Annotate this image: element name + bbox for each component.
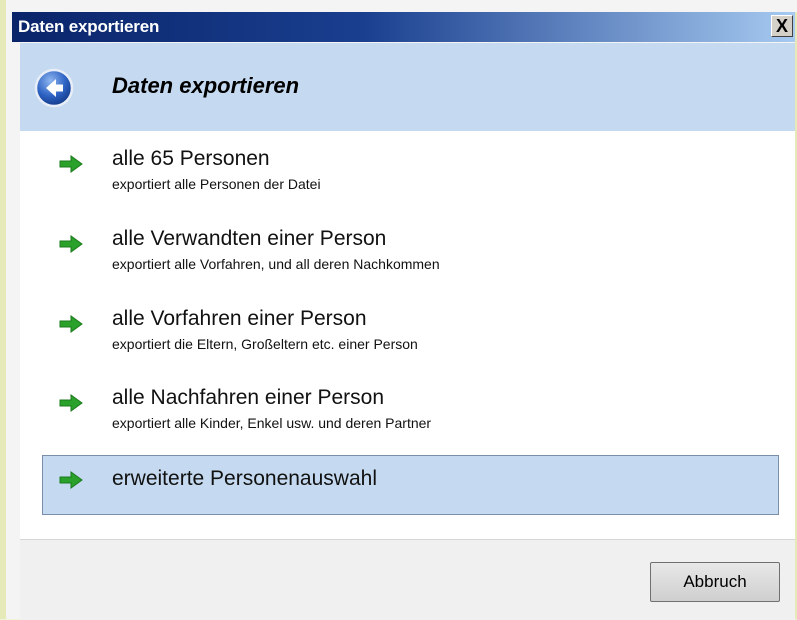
green-arrow-icon	[59, 394, 83, 412]
dialog-header: Daten exportieren	[20, 43, 795, 131]
option-label: alle Nachfahren einer Person	[112, 386, 384, 409]
green-arrow-icon	[59, 235, 83, 253]
dialog-footer: Abbruch	[20, 539, 795, 620]
cancel-button[interactable]: Abbruch	[650, 562, 780, 602]
option-extended-selection[interactable]: erweiterte Personenauswahl	[42, 455, 779, 515]
option-description: exportiert alle Personen der Datei	[112, 176, 321, 192]
back-arrow-icon[interactable]	[34, 68, 74, 108]
green-arrow-icon	[59, 155, 83, 173]
options-panel: alle 65 Personen exportiert alle Persone…	[20, 131, 795, 539]
dialog-heading: Daten exportieren	[112, 73, 300, 98]
window-title: Daten exportieren	[18, 17, 160, 36]
option-description: exportiert alle Kinder, Enkel usw. und d…	[112, 415, 432, 431]
option-all-persons[interactable]: alle 65 Personen exportiert alle Persone…	[42, 147, 779, 205]
title-bar[interactable]: Daten exportieren X	[12, 12, 795, 42]
option-label: alle 65 Personen	[112, 147, 270, 170]
close-button[interactable]: X	[771, 15, 793, 37]
option-description: exportiert alle Vorfahren, und all deren…	[112, 256, 440, 272]
green-arrow-icon	[59, 471, 83, 489]
option-label: alle Vorfahren einer Person	[112, 307, 367, 330]
green-arrow-icon	[59, 315, 83, 333]
option-all-relatives[interactable]: alle Verwandten einer Person exportiert …	[42, 227, 779, 285]
option-ancestors[interactable]: alle Vorfahren einer Person exportiert d…	[42, 307, 779, 365]
option-descendants[interactable]: alle Nachfahren einer Person exportiert …	[42, 386, 779, 444]
option-label: alle Verwandten einer Person	[112, 227, 387, 250]
dialog-window: Daten exportieren X Daten exportieren al…	[0, 0, 797, 620]
option-description: exportiert die Eltern, Großeltern etc. e…	[112, 336, 418, 352]
option-label: erweiterte Personenauswahl	[112, 467, 377, 490]
